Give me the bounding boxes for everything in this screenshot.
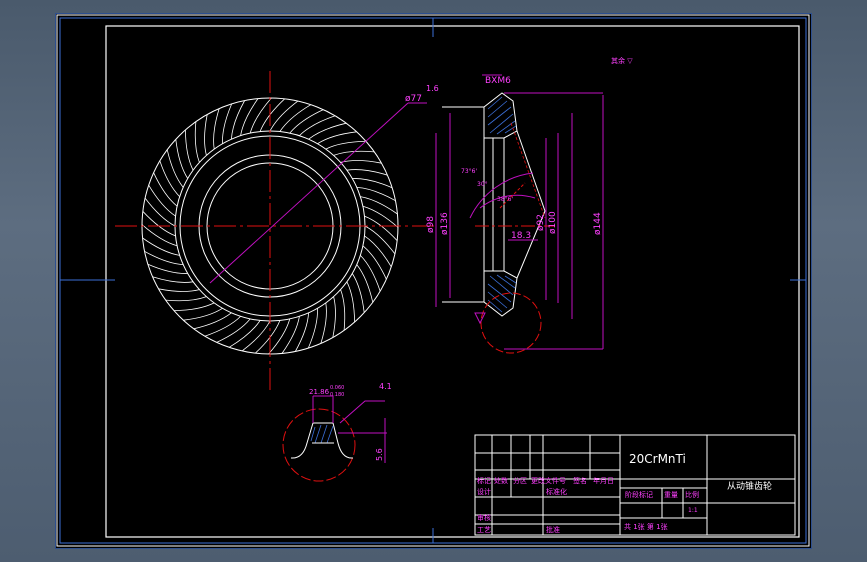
- gear-tooth: [317, 131, 357, 145]
- gear-section-view: BXM6 1.6 73°6' 30° 38°6' 18.3 ø98 ø136 ø…: [426, 74, 604, 354]
- tb-r1-4: 签名: [573, 476, 587, 485]
- dim-41: 4.1: [379, 382, 392, 391]
- tb-r1-3: 更改文件号: [531, 476, 566, 485]
- gear-tooth: [268, 318, 291, 355]
- dim-d136: ø136: [440, 212, 450, 235]
- gear-tooth: [173, 302, 215, 311]
- gear-tooth: [307, 308, 318, 349]
- tb-r2-0: 设计: [477, 487, 491, 496]
- drawing-sheet: ø77 BXM6 1.6 73°6' 30° 38°6' 18.3 ø98 ø1…: [55, 13, 812, 549]
- tb-sheets: 共 1张 第 1张: [624, 522, 668, 531]
- gear-tooth: [185, 129, 194, 171]
- gear-tooth: [175, 139, 189, 179]
- part-name: 从动锥齿轮: [727, 480, 772, 492]
- gear-tooth: [356, 187, 396, 202]
- tb-r1-1: 处数: [494, 476, 508, 485]
- tb-r4-0: 工艺: [477, 526, 491, 534]
- gear-tooth: [166, 149, 184, 188]
- gear-tooth: [142, 237, 180, 256]
- gear-tooth: [204, 316, 241, 337]
- material-label: 20CrMnTi: [629, 452, 686, 466]
- tb-r1-5: 年月日: [593, 476, 614, 485]
- dim-56: 5.6: [375, 448, 384, 461]
- dim-d100: ø100: [548, 211, 558, 234]
- inner-frame: [105, 25, 800, 538]
- gear-tooth: [346, 281, 355, 323]
- tb-r1-2: 分区: [513, 476, 527, 485]
- gear-centerlines: [115, 71, 435, 393]
- tb-mid-1: 重量: [664, 491, 678, 499]
- gear-tooth: [194, 121, 200, 163]
- gear-tooth: [141, 224, 178, 247]
- tb-mid-2: 比例: [685, 490, 699, 499]
- gear-tooth: [340, 289, 346, 331]
- gear-tooth: [346, 169, 388, 176]
- tb-r1-0: 标记: [477, 476, 491, 485]
- gear-tooth: [281, 316, 300, 354]
- gear-tooth: [240, 98, 259, 136]
- roughness-label: 1.6: [426, 84, 439, 93]
- tb-r2-3: 标准化: [546, 487, 567, 496]
- gear-tooth: [213, 108, 220, 150]
- angle-a1: 73°6': [461, 168, 477, 175]
- gear-tooth: [222, 103, 233, 144]
- center-marks: [60, 18, 806, 543]
- dim-d77-label: ø77: [405, 94, 422, 104]
- tech-note: 其余 ▽: [611, 56, 633, 65]
- gear-tooth: [362, 205, 399, 228]
- dim-d92: ø92: [536, 214, 546, 231]
- angle-a2: 30°: [477, 181, 488, 188]
- chamfer-label: BXM6: [485, 76, 511, 86]
- tb-mid-0: 阶段标记: [625, 490, 653, 499]
- gear-tooth: [193, 312, 232, 330]
- gear-tooth: [144, 250, 184, 265]
- tb-r4-2: 批准: [546, 525, 560, 534]
- gear-tooth: [340, 160, 382, 164]
- gear-tooth: [147, 263, 188, 274]
- outer-frame: [56, 14, 810, 547]
- gear-tooth: [159, 160, 180, 197]
- gear-tooth: [204, 114, 208, 156]
- gear-tooth: [165, 296, 207, 302]
- gear-tooth: [294, 312, 309, 352]
- tb-r3-0: 审核: [477, 513, 491, 522]
- gear-tooth: [308, 122, 347, 140]
- gear-tooth: [152, 276, 194, 283]
- gear-tooth: [231, 100, 246, 140]
- gear-tooth: [356, 264, 374, 303]
- blue-frame: [59, 17, 807, 544]
- title-block-text: 标记 处数 分区 更改文件号 签名 年月日 设计 标准化 审核 工艺 批准 阶段…: [477, 476, 699, 534]
- tol-lower: 0.180: [330, 392, 344, 398]
- dim-d98: ø98: [426, 216, 436, 233]
- dim-w18: 18.3: [511, 231, 531, 241]
- gear-tooth: [249, 97, 272, 134]
- gear-tooth: [360, 255, 381, 292]
- tooth-detail-view: 21.86 0.060 0.180 4.1 5.6: [282, 382, 392, 482]
- tb-scale: 1:1: [688, 507, 698, 514]
- drawing-canvas: ø77 BXM6 1.6 73°6' 30° 38°6' 18.3 ø98 ø1…: [56, 14, 810, 547]
- gear-tooth: [158, 288, 200, 292]
- gear-tooth: [332, 296, 336, 338]
- gear-tooth: [183, 307, 223, 321]
- gear-tooth: [351, 273, 365, 313]
- dim-tooth-width: 21.86: [309, 388, 330, 396]
- dim-d144: ø144: [593, 212, 603, 235]
- gear-tooth: [320, 302, 327, 344]
- gear-tooth: [352, 178, 393, 189]
- angle-a3: 38°6': [497, 196, 513, 203]
- gear-tooth: [360, 196, 398, 215]
- gear-tooth: [325, 141, 367, 150]
- tol-upper: 0.060: [330, 385, 344, 391]
- gear-tooth: [299, 115, 336, 136]
